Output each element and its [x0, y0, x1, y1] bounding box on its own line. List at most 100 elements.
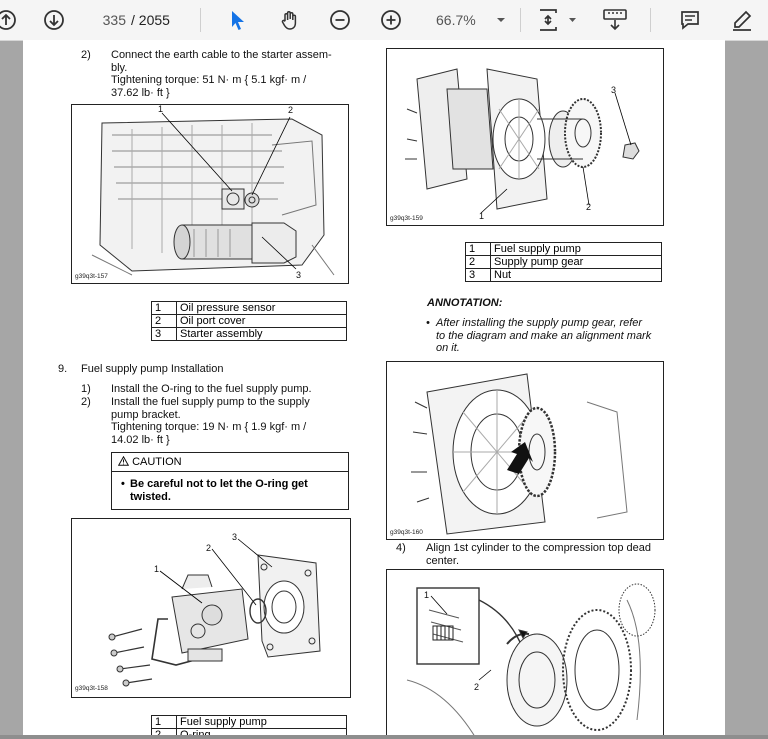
caution-line-1: Be careful not to let the O-ring get	[130, 478, 308, 490]
page-display-button[interactable]	[536, 6, 578, 34]
current-page-input[interactable]: 335	[86, 8, 126, 32]
page-separator: /	[131, 12, 135, 28]
toolbar-divider	[650, 8, 651, 32]
figure-starter-assembly: 1 2 3 g39q3t-157	[71, 104, 349, 284]
step-2-torque-line2: 37.62 lb· ft }	[111, 86, 170, 99]
callout-1: 1	[158, 104, 164, 114]
callout-1: 1	[479, 211, 485, 221]
figure-fuel-supply-pump: 1 2 3 g39q3t-158	[71, 518, 351, 698]
step-2-text-line2: bly.	[111, 61, 128, 74]
legend-number: 1	[151, 301, 177, 315]
figure-id: g39q3t-158	[75, 685, 108, 692]
highlight-button[interactable]	[728, 6, 756, 34]
pen-icon	[733, 10, 752, 31]
annotation-line-3: on it.	[436, 342, 460, 354]
step-2-text-line1: Connect the earth cable to the starter a…	[111, 49, 332, 61]
legend-number: 2	[465, 255, 491, 269]
callout-3: 3	[296, 270, 302, 280]
next-page-button[interactable]	[40, 6, 68, 34]
caution-title: CAUTION	[132, 456, 182, 468]
document-page: 2) Connect the earth cable to the starte…	[23, 40, 725, 739]
plus-circle-icon	[381, 10, 401, 30]
engine-starter-illustration	[91, 112, 335, 276]
callout-2: 2	[206, 543, 212, 553]
table-row: 2 Supply pump gear	[465, 255, 662, 269]
comment-button[interactable]	[676, 6, 704, 34]
annotation-bullet: •	[426, 317, 430, 329]
legend-number: 3	[465, 268, 491, 282]
comment-icon	[681, 11, 699, 30]
step-1-number: 1)	[81, 383, 91, 395]
legend-label: Fuel supply pump	[176, 715, 347, 729]
callout-2: 2	[288, 105, 294, 115]
caution-line-2: twisted.	[130, 490, 171, 503]
scroll-mode-button[interactable]	[598, 6, 632, 34]
toolbar-divider	[200, 8, 201, 32]
alignment-mark-illustration	[411, 373, 628, 535]
zoom-in-button[interactable]	[377, 6, 405, 34]
previous-page-button[interactable]	[0, 6, 18, 34]
select-tool-button[interactable]	[224, 6, 252, 34]
step-2b-line2: pump bracket.	[111, 408, 181, 421]
figure-id: g39q3t-157	[75, 273, 108, 280]
legend-number: 1	[465, 242, 491, 256]
table-row: 1 Oil pressure sensor	[151, 301, 347, 315]
step-4-line-1: Align 1st cylinder to the compression to…	[426, 542, 652, 554]
arrow-down-circle-icon	[44, 10, 64, 30]
table-row: 1 Fuel supply pump	[465, 242, 662, 256]
legend-label: Nut	[490, 268, 662, 282]
caution-bullet: •	[121, 478, 125, 490]
keyboard-down-icon	[603, 9, 627, 31]
callout-3: 3	[232, 532, 238, 542]
total-pages: 2055	[138, 12, 170, 28]
table-row: 2 Oil port cover	[151, 314, 347, 328]
cursor-arrow-icon	[232, 11, 244, 30]
step-2b-torque-line2: 14.02 lb· ft }	[111, 433, 170, 446]
zoom-value: 66.7%	[436, 12, 476, 28]
step-2-number: 2)	[81, 49, 91, 61]
step-2b-number: 2)	[81, 396, 91, 408]
table-row: 1 Fuel supply pump	[151, 715, 347, 729]
toolbar-divider	[520, 8, 521, 32]
figure-id: g39q3t-160	[390, 529, 423, 536]
figure-id: g39q3t-159	[390, 215, 423, 222]
zoom-dropdown[interactable]: 66.7%	[432, 8, 510, 32]
step-2-torque-line1: Tightening torque: 51 N· m { 5.1 kgf· m …	[111, 74, 307, 86]
hand-tool-button[interactable]	[276, 6, 304, 34]
pump-gear-illustration	[405, 68, 640, 214]
zoom-out-button[interactable]	[326, 6, 354, 34]
callout-1: 1	[154, 564, 160, 574]
step-2b-line1: Install the fuel supply pump to the supp…	[111, 396, 310, 408]
table-row: 3 Starter assembly	[151, 327, 347, 341]
callout-2: 2	[474, 682, 480, 692]
arrow-up-circle-icon	[0, 10, 16, 30]
section-title: Fuel supply pump Installation	[81, 363, 224, 375]
caution-header: CAUTION	[112, 453, 348, 472]
annotation-title: ANNOTATION:	[427, 297, 503, 309]
pdf-toolbar: 335 / 2055 66.7%	[0, 0, 768, 41]
annotation-line-1: After installing the supply pump gear, r…	[436, 317, 643, 329]
legend-table-3: 1 Fuel supply pump 2 Supply pump gear 3 Nut	[465, 242, 662, 282]
step-2b-torque-line1: Tightening torque: 19 N· m { 1.9 kgf· m …	[111, 421, 307, 433]
hand-icon	[281, 11, 297, 30]
callout-3: 3	[611, 85, 617, 95]
minus-circle-icon	[330, 10, 350, 30]
figure-supply-pump-gear: 1 2 3 g39q3t-159	[386, 48, 664, 226]
legend-label: Oil pressure sensor	[176, 301, 347, 315]
legend-number: 2	[151, 314, 177, 328]
legend-label: Starter assembly	[176, 327, 347, 341]
horizontal-scrollbar[interactable]	[0, 735, 768, 739]
legend-label: Oil port cover	[176, 314, 347, 328]
figure-top-dead-center: 1 2	[386, 569, 664, 739]
callout-1: 1	[424, 590, 430, 600]
legend-table-1: 1 Oil pressure sensor 2 Oil port cover 3 St…	[151, 301, 347, 341]
legend-label: Supply pump gear	[490, 255, 662, 269]
page-count: / 2055	[131, 8, 170, 32]
caution-box: CAUTION • Be careful not to let the O-ri…	[111, 452, 349, 510]
callout-2: 2	[586, 202, 592, 212]
table-row: 3 Nut	[465, 268, 662, 282]
step-4-line-2: center.	[426, 554, 460, 567]
legend-label: Fuel supply pump	[490, 242, 662, 256]
warning-triangle-icon	[117, 455, 130, 466]
caution-body: • Be careful not to let the O-ring get t…	[112, 472, 348, 503]
